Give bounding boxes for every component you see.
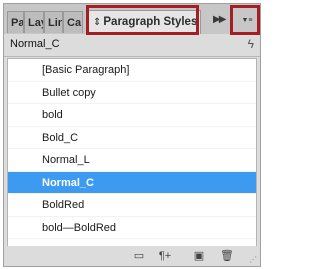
- list-item[interactable]: [Basic Paragraph]: [8, 59, 256, 82]
- tab-character[interactable]: Ca: [63, 11, 83, 33]
- tab-links[interactable]: Lin: [44, 11, 63, 33]
- list-item[interactable]: bold: [8, 104, 256, 127]
- panel-toolbar: ▭ ¶+ ▣ 🗑 ⋰: [4, 246, 260, 266]
- list-item[interactable]: Normal_L: [8, 149, 256, 172]
- current-style-name: Normal_C: [10, 38, 60, 50]
- resize-grip-icon[interactable]: ⋰: [249, 255, 257, 264]
- tab-pages[interactable]: Pa: [7, 11, 24, 33]
- paragraph-override-icon[interactable]: ¶+: [158, 250, 172, 262]
- current-style-bar: Normal_C ϟ: [4, 34, 260, 57]
- list-item[interactable]: Bold_C: [8, 127, 256, 149]
- list-item[interactable]: Bullet copy: [8, 82, 256, 104]
- paragraph-styles-panel: Pa Lay Lin Ca ⇕Paragraph Styles ▶▶ ▼≡ No…: [3, 3, 261, 267]
- highlight-box-menu: [230, 5, 260, 35]
- quick-apply-icon[interactable]: ϟ: [248, 37, 254, 51]
- list-item[interactable]: BoldRed: [8, 194, 256, 217]
- trash-icon[interactable]: 🗑: [220, 250, 234, 262]
- new-style-icon[interactable]: ▣: [192, 250, 206, 262]
- styles-list: [Basic Paragraph] Bullet copy bold Bold_…: [7, 58, 257, 248]
- list-item-selected[interactable]: Normal_C: [8, 171, 256, 194]
- list-item[interactable]: bold—BoldRed: [8, 217, 256, 239]
- tab-layers[interactable]: Lay: [24, 11, 44, 33]
- folder-icon[interactable]: ▭: [132, 250, 146, 262]
- highlight-box-tab: [86, 5, 199, 35]
- collapse-panel-icon[interactable]: ▶▶: [213, 14, 226, 25]
